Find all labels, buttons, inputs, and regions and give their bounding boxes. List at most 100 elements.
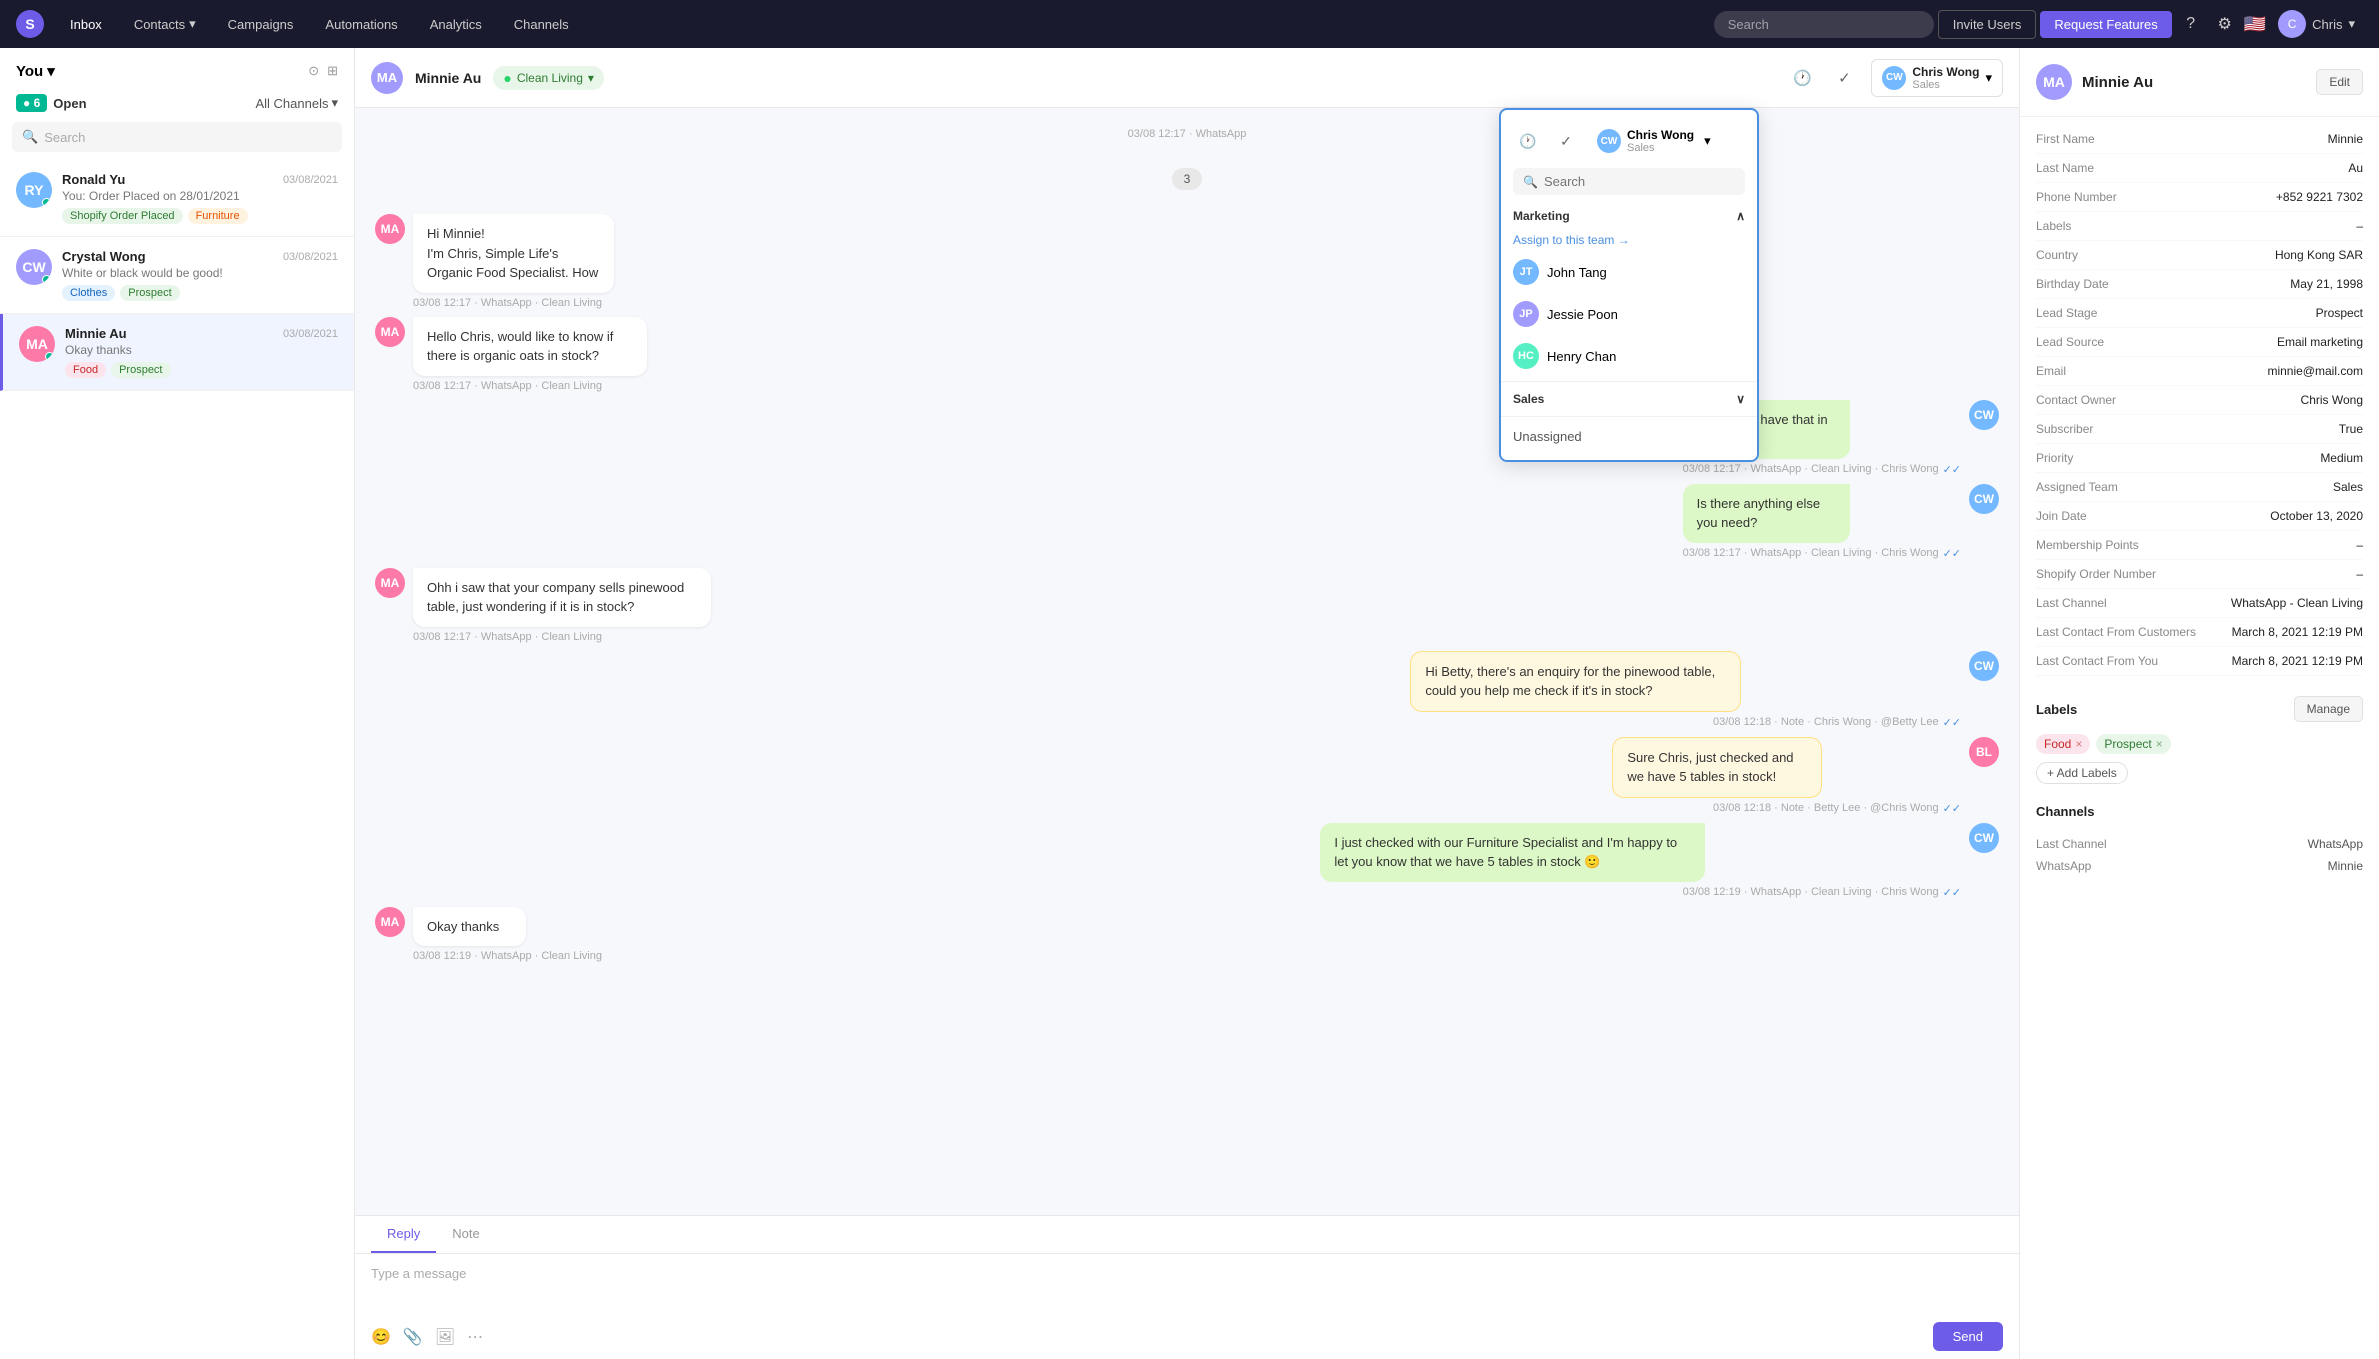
tab-reply[interactable]: Reply: [371, 1216, 436, 1253]
nav-campaigns[interactable]: Campaigns: [214, 11, 308, 38]
sender-avatar: MA: [375, 907, 405, 937]
input-icons: 😊 📎 🖼 ⋯: [371, 1327, 483, 1347]
more-icon[interactable]: ⋯: [467, 1327, 483, 1347]
image-icon[interactable]: 🖼: [435, 1327, 455, 1347]
field-label: Join Date: [2036, 509, 2087, 523]
message-meta: 03/08 12:18 · Note · Chris Wong · @Betty…: [1410, 716, 1961, 729]
refresh-icon[interactable]: ⊙: [308, 63, 319, 79]
tab-note[interactable]: Note: [436, 1216, 495, 1253]
channel-row: Last Channel WhatsApp: [2036, 833, 2363, 855]
settings-icon[interactable]: ⚙: [2210, 9, 2240, 39]
field-label: Subscriber: [2036, 422, 2093, 436]
list-item[interactable]: CW Crystal Wong 03/08/2021 White or blac…: [0, 237, 354, 314]
assignee-chevron-icon: ▾: [1985, 70, 1992, 86]
section-divider-2: [1501, 416, 1757, 417]
field-label: Priority: [2036, 451, 2073, 465]
field-value: Prospect: [2316, 306, 2363, 320]
contact-info-table: First Name Minnie Last Name Au Phone Num…: [2020, 117, 2379, 684]
assignee-button[interactable]: CW Chris Wong Sales ▾: [1871, 59, 2003, 97]
field-value: Sales: [2333, 480, 2363, 494]
dropdown-check-icon[interactable]: ✓: [1551, 126, 1581, 156]
nav-analytics[interactable]: Analytics: [416, 11, 496, 38]
app-logo: S: [16, 10, 44, 38]
invite-users-button[interactable]: Invite Users: [1938, 10, 2037, 39]
left-sidebar: You ▾ ⊙ ⊞ ● 6 Open All Channels ▾ 🔍: [0, 48, 355, 1359]
language-flag[interactable]: 🇺🇸: [2244, 14, 2266, 35]
right-panel-header: MA Minnie Au Edit: [2020, 48, 2379, 117]
message-meta: 03/08 12:17 · WhatsApp · Clean Living: [413, 297, 747, 309]
request-features-button[interactable]: Request Features: [2040, 11, 2171, 38]
channels-filter[interactable]: All Channels ▾: [255, 95, 338, 111]
assign-team-link[interactable]: Assign to this team →: [1501, 229, 1757, 251]
message-bubble: Hi Betty, there's an enquiry for the pin…: [1410, 651, 1740, 712]
contact-name: Minnie Au: [65, 326, 127, 341]
attachment-icon[interactable]: 📎: [403, 1327, 423, 1347]
edit-contact-button[interactable]: Edit: [2316, 69, 2363, 95]
chat-contact-avatar: MA: [371, 62, 403, 94]
info-row: Assigned Team Sales: [2036, 473, 2363, 502]
label-remove-prospect[interactable]: ×: [2156, 737, 2163, 751]
help-icon[interactable]: ?: [2176, 9, 2206, 39]
you-dropdown[interactable]: You ▾: [16, 62, 55, 80]
nav-channels[interactable]: Channels: [500, 11, 583, 38]
send-button[interactable]: Send: [1933, 1322, 2003, 1351]
nav-inbox[interactable]: Inbox: [56, 11, 116, 38]
clock-icon[interactable]: 🕐: [1787, 63, 1817, 93]
list-item[interactable]: RY Ronald Yu 03/08/2021 You: Order Place…: [0, 160, 354, 237]
filter-chevron-icon: ▾: [331, 95, 338, 111]
message-input-placeholder: Type a message: [355, 1254, 2019, 1314]
message-bubble: Hi Minnie!I'm Chris, Simple Life's Organ…: [413, 214, 614, 293]
info-row: Lead Stage Prospect: [2036, 299, 2363, 328]
message-meta: 03/08 12:17 · WhatsApp · Clean Living: [413, 380, 803, 392]
message-preview: White or black would be good!: [62, 266, 338, 280]
manage-labels-button[interactable]: Manage: [2294, 696, 2363, 722]
labels-row: Food × Prospect ×: [2036, 734, 2363, 754]
add-labels-button[interactable]: + Add Labels: [2036, 762, 2128, 784]
dropdown-search-input[interactable]: [1544, 174, 1735, 189]
global-search-input[interactable]: [1714, 11, 1934, 38]
sidebar-header: You ▾ ⊙ ⊞: [0, 48, 354, 88]
emoji-icon[interactable]: 😊: [371, 1327, 391, 1347]
conversation-list: RY Ronald Yu 03/08/2021 You: Order Place…: [0, 160, 354, 1359]
label-remove-food[interactable]: ×: [2075, 737, 2082, 751]
message-bubble: Sure Chris, just checked and we have 5 t…: [1612, 737, 1821, 798]
field-label: Assigned Team: [2036, 480, 2118, 494]
tag: Food: [65, 362, 106, 378]
message-row: Is there anything else you need? 03/08 1…: [375, 484, 1999, 560]
nav-automations[interactable]: Automations: [311, 11, 411, 38]
agent-john-tang[interactable]: JT John Tang: [1501, 251, 1757, 293]
message-row: I just checked with our Furniture Specia…: [375, 823, 1999, 899]
channel-field-value: WhatsApp: [2308, 837, 2363, 851]
info-row: Last Contact From Customers March 8, 202…: [2036, 618, 2363, 647]
channels-section-title: Channels: [2036, 804, 2095, 819]
marketing-section-header[interactable]: Marketing ∧: [1501, 203, 1757, 229]
top-nav: S Inbox Contacts ▾ Campaigns Automations…: [0, 0, 2379, 48]
dropdown-clock-icon[interactable]: 🕐: [1513, 126, 1543, 156]
tag: Prospect: [120, 285, 179, 301]
agent-jessie-poon[interactable]: JP Jessie Poon: [1501, 293, 1757, 335]
grid-icon[interactable]: ⊞: [327, 63, 338, 79]
info-row: Labels –: [2036, 212, 2363, 241]
sidebar-search-input[interactable]: [44, 130, 332, 145]
field-value: WhatsApp - Clean Living: [2231, 596, 2363, 610]
check-icon[interactable]: ✓: [1829, 63, 1859, 93]
nav-contacts[interactable]: Contacts ▾: [120, 10, 210, 38]
field-value: –: [2356, 219, 2363, 233]
assignee-info: Chris Wong Sales: [1912, 65, 1979, 91]
info-row: Membership Points –: [2036, 531, 2363, 560]
system-channel: · WhatsApp: [1189, 128, 1246, 140]
list-item[interactable]: MA Minnie Au 03/08/2021 Okay thanks Food…: [0, 314, 354, 391]
dropdown-assignee-role: Sales: [1627, 142, 1694, 154]
assignee-name: Chris Wong: [1912, 65, 1979, 79]
sales-section-header[interactable]: Sales ∨: [1501, 386, 1757, 412]
chat-input-area: Reply Note Type a message 😊 📎 🖼 ⋯ Send: [355, 1215, 2019, 1359]
message-row: Hi Betty, there's an enquiry for the pin…: [375, 651, 1999, 729]
message-row: Sure Chris, just checked and we have 5 t…: [375, 737, 1999, 815]
open-label: Open: [53, 96, 86, 111]
agent-henry-chan[interactable]: HC Henry Chan: [1501, 335, 1757, 377]
user-menu[interactable]: C Chris ▾: [2270, 6, 2363, 42]
marketing-label: Marketing: [1513, 209, 1570, 223]
whatsapp-channel-badge[interactable]: ● Clean Living ▾: [493, 66, 604, 90]
unassigned-option[interactable]: Unassigned: [1501, 421, 1757, 452]
field-value: October 13, 2020: [2270, 509, 2363, 523]
